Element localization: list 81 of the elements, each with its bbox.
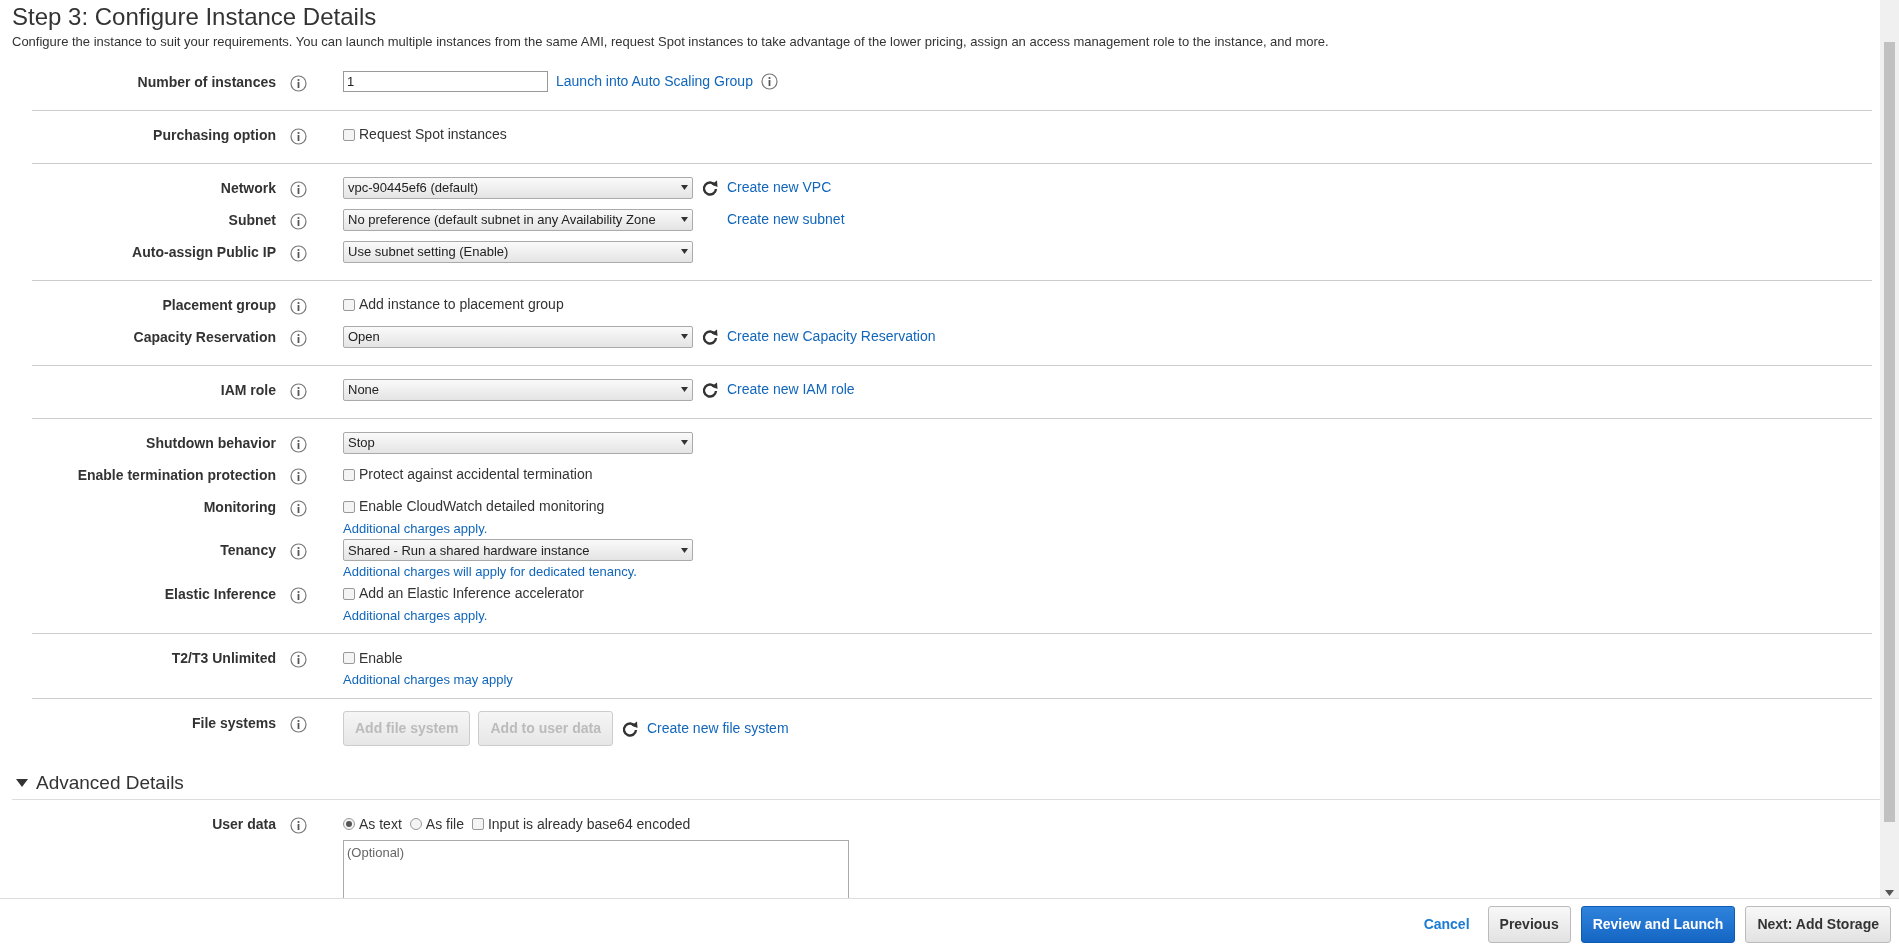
field-label: Monitoring [202, 497, 276, 517]
checkbox[interactable]: Add instance to placement group [343, 294, 564, 316]
info-icon[interactable] [290, 651, 307, 669]
info-icon[interactable] [290, 244, 307, 262]
cancel-link[interactable]: Cancel [1423, 913, 1470, 935]
info-icon[interactable] [290, 297, 307, 315]
info-icon[interactable] [290, 499, 307, 517]
dropdown[interactable]: None [343, 378, 693, 401]
info-icon[interactable] [290, 127, 307, 145]
scroll-down-arrow-icon[interactable] [1885, 890, 1894, 896]
caret-icon [681, 217, 688, 223]
charges-link[interactable]: Additional charges apply. [343, 518, 605, 539]
info-icon[interactable] [290, 329, 307, 347]
checkbox[interactable]: Enable [343, 647, 403, 669]
field-label: Auto-assign Public IP [131, 242, 276, 262]
info-icon[interactable] [290, 586, 307, 604]
caret-icon [681, 387, 688, 393]
dropdown[interactable]: Stop [343, 431, 693, 454]
field-label: Subnet [227, 210, 276, 230]
refresh-icon[interactable] [701, 380, 719, 399]
link[interactable]: Create new subnet [727, 209, 845, 231]
refresh-icon[interactable] [620, 719, 639, 738]
field-label: Capacity Reservation [132, 327, 276, 347]
page-title: Step 3: Configure Instance Details [12, 4, 378, 31]
radio-button[interactable]: As text [343, 813, 402, 835]
info-icon[interactable] [290, 715, 307, 733]
info-icon[interactable] [290, 817, 307, 835]
field-label: IAM role [219, 380, 276, 400]
number-input[interactable]: 1 [343, 71, 548, 93]
field-label: Tenancy [219, 541, 276, 561]
field-label: User data [211, 815, 276, 835]
field-label: Purchasing option [152, 125, 276, 145]
caret-icon [681, 249, 688, 255]
info-icon[interactable] [290, 74, 307, 92]
checkbox[interactable]: Enable CloudWatch detailed monitoring [343, 496, 605, 518]
page-description: Configure the instance to suit your requirements. You can launch multiple instances from the same AMI, request Spot instances to take advantage of the lower pricing, assign an access management role to the instance, and more. [12, 33, 1330, 52]
field-label: File systems [190, 713, 276, 733]
field-label: Number of instances [136, 72, 276, 92]
checkbox[interactable]: Request Spot instances [343, 124, 507, 146]
link[interactable]: Launch into Auto Scaling Group [556, 71, 753, 93]
info-icon[interactable] [290, 382, 307, 400]
field-label: Shutdown behavior [145, 433, 276, 453]
dropdown[interactable]: Shared - Run a shared hardware instance [343, 539, 693, 562]
caret-icon [681, 440, 688, 446]
field-label: Elastic Inference [163, 584, 276, 604]
charges-link[interactable]: Additional charges will apply for dedicated tenancy. [343, 562, 693, 582]
caret-icon [681, 334, 688, 340]
field-label: Placement group [161, 295, 276, 315]
field-label: T2/T3 Unlimited [170, 649, 276, 669]
info-icon[interactable] [760, 73, 778, 91]
field-label: Enable termination protection [76, 465, 276, 485]
section-toggle[interactable]: Advanced Details [12, 754, 1880, 801]
caret-icon [681, 185, 688, 191]
refresh-icon[interactable] [701, 327, 719, 346]
footer-button[interactable]: Next: Add Storage [1745, 905, 1891, 943]
dropdown[interactable]: No preference (default subnet in any Availability Zone [343, 208, 693, 231]
checkbox[interactable]: Protect against accidental termination [343, 464, 593, 486]
footer-button[interactable]: Previous [1487, 905, 1571, 943]
checkbox[interactable]: Input is already base64 encoded [471, 813, 691, 835]
info-icon[interactable] [290, 180, 307, 198]
info-icon[interactable] [290, 543, 307, 561]
scrollbar[interactable] [1880, 0, 1899, 898]
info-icon[interactable] [290, 435, 307, 453]
link[interactable]: Create new Capacity Reservation [727, 326, 936, 348]
field-label: Network [219, 178, 276, 198]
charges-link[interactable]: Additional charges apply. [343, 605, 584, 626]
radio-button[interactable]: As file [409, 813, 464, 835]
link[interactable]: Create new IAM role [727, 379, 855, 401]
checkbox[interactable]: Add an Elastic Inference accelerator [343, 583, 584, 605]
footer-button[interactable]: Review and Launch [1580, 905, 1736, 943]
dropdown[interactable]: vpc-90445ef6 (default) [343, 176, 693, 199]
user-data-field[interactable]: (Optional) [343, 840, 849, 898]
dropdown[interactable]: Open [343, 325, 693, 348]
info-icon[interactable] [290, 212, 307, 230]
refresh-icon[interactable] [701, 178, 719, 197]
link[interactable]: Create new file system [646, 718, 789, 740]
caret-icon [681, 547, 688, 553]
info-icon[interactable] [290, 467, 307, 485]
dropdown[interactable]: Use subnet setting (Enable) [343, 240, 693, 263]
charges-link[interactable]: Additional charges may apply [343, 670, 513, 690]
link[interactable]: Create new VPC [727, 177, 832, 199]
